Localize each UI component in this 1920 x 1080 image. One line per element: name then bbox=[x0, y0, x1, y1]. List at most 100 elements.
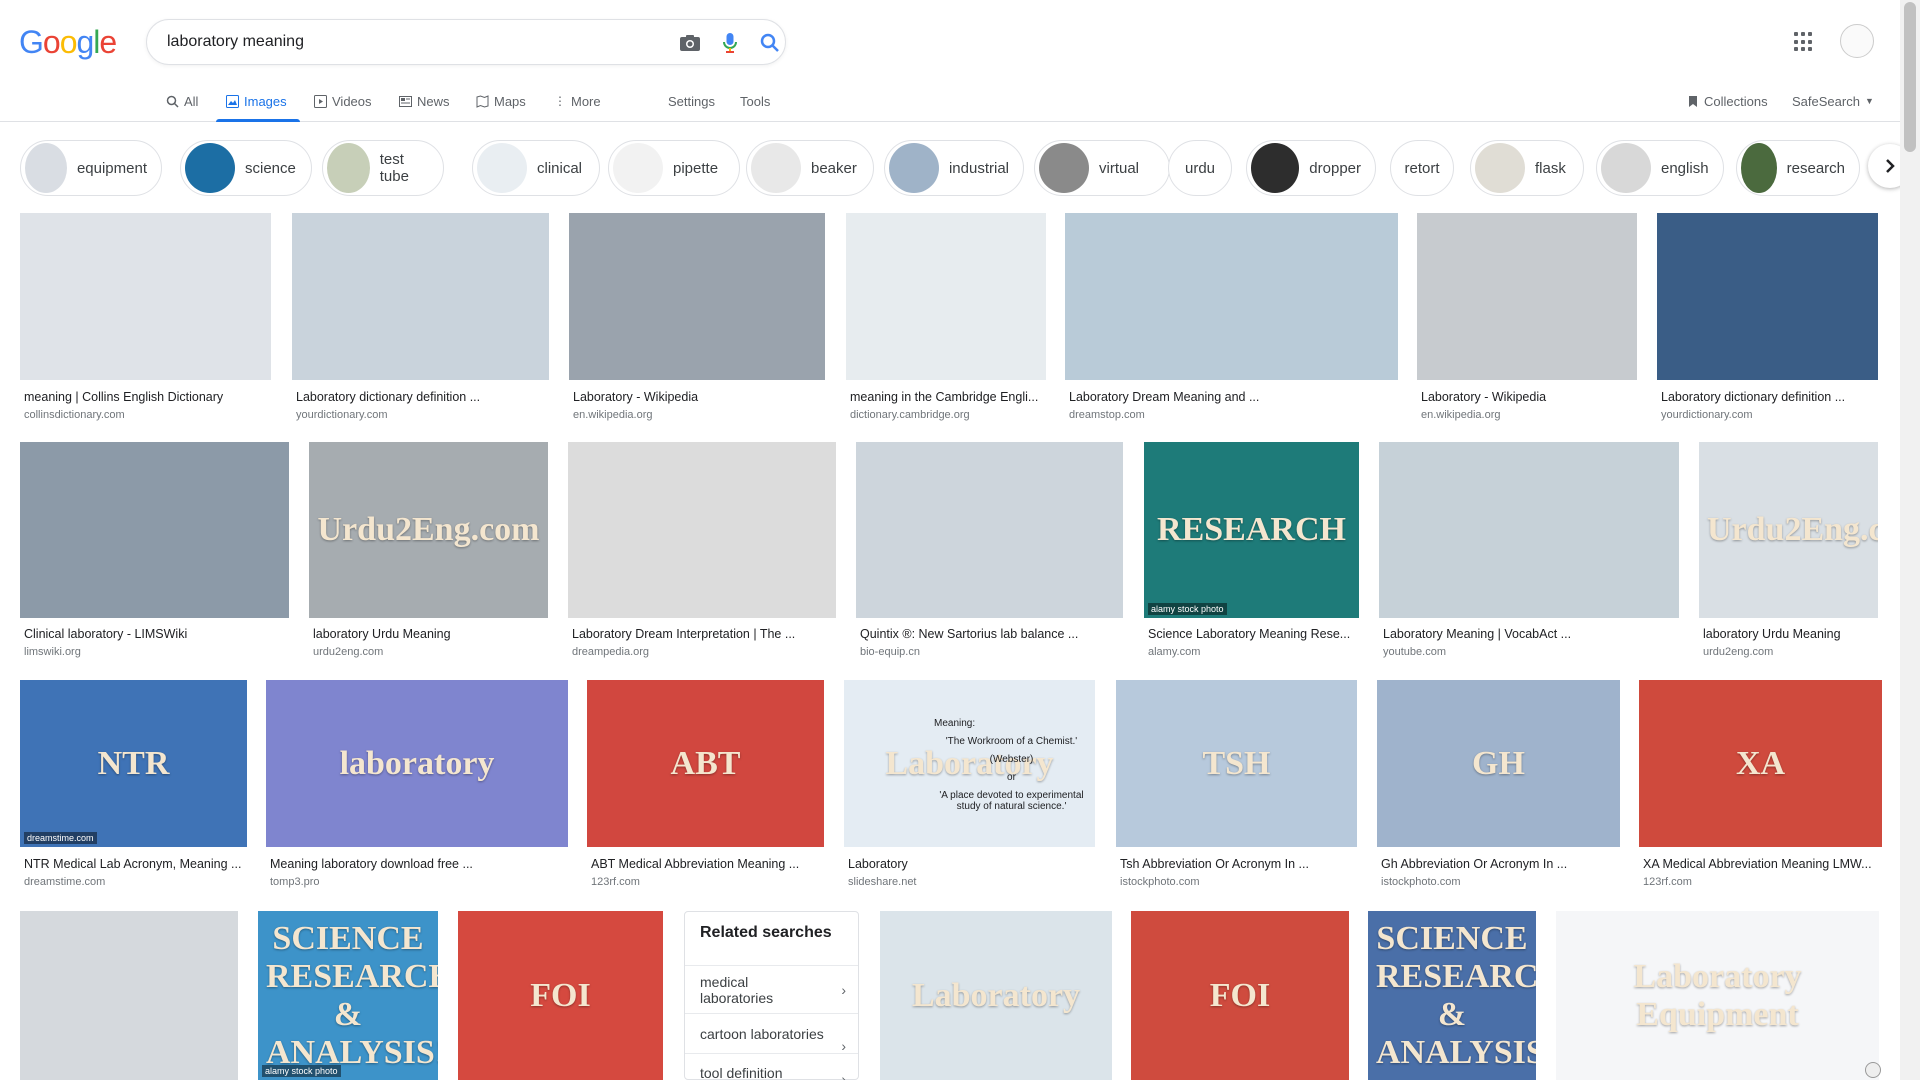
related-chip[interactable]: retort bbox=[1390, 140, 1454, 196]
image-thumbnail[interactable]: FOI bbox=[458, 911, 663, 1080]
image-thumbnail[interactable]: RESEARCH alamy stock photo bbox=[1144, 442, 1359, 618]
image-result-source[interactable]: alamy.com bbox=[1148, 646, 1200, 658]
tab-videos[interactable]: Videos bbox=[314, 91, 372, 111]
image-result-source[interactable]: en.wikipedia.org bbox=[1421, 409, 1501, 421]
image-thumbnail[interactable] bbox=[20, 911, 238, 1080]
image-result-title[interactable]: Laboratory bbox=[848, 857, 1093, 871]
google-apps-icon[interactable] bbox=[1794, 32, 1814, 52]
image-result-source[interactable]: urdu2eng.com bbox=[1703, 646, 1773, 658]
image-thumbnail[interactable]: laboratory bbox=[266, 680, 568, 847]
scrollbar-thumb[interactable] bbox=[1904, 2, 1916, 152]
image-result-source[interactable]: slideshare.net bbox=[848, 876, 917, 888]
image-result-source[interactable]: yourdictionary.com bbox=[1661, 409, 1753, 421]
image-result-source[interactable]: dreamstime.com bbox=[24, 876, 105, 888]
image-thumbnail[interactable] bbox=[846, 213, 1046, 380]
image-result-title[interactable]: XA Medical Abbreviation Meaning LMW... bbox=[1643, 857, 1880, 871]
image-result-source[interactable]: 123rf.com bbox=[1643, 876, 1692, 888]
collections-link[interactable]: Collections bbox=[1686, 91, 1768, 111]
image-thumbnail[interactable] bbox=[569, 213, 825, 380]
safesearch-dropdown[interactable]: SafeSearch ▼ bbox=[1792, 91, 1874, 111]
image-thumbnail[interactable] bbox=[1417, 213, 1637, 380]
related-chip[interactable]: flask bbox=[1470, 140, 1584, 196]
image-thumbnail[interactable]: GH bbox=[1377, 680, 1620, 847]
image-thumbnail[interactable]: Urdu2Eng.com bbox=[309, 442, 548, 618]
image-result-source[interactable]: tomp3.pro bbox=[270, 876, 320, 888]
image-result-title[interactable]: Laboratory Dream Interpretation | The ..… bbox=[572, 627, 834, 641]
image-result-title[interactable]: NTR Medical Lab Acronym, Meaning ... bbox=[24, 857, 245, 871]
image-result-source[interactable]: yourdictionary.com bbox=[296, 409, 388, 421]
image-result-title[interactable]: Laboratory Meaning | VocabAct ... bbox=[1383, 627, 1677, 641]
microphone-icon[interactable] bbox=[717, 30, 743, 56]
google-logo[interactable]: Google bbox=[19, 24, 117, 61]
related-search-item[interactable]: cartoon laboratories › bbox=[685, 1013, 858, 1054]
image-thumbnail[interactable]: NTR dreamstime.com bbox=[20, 680, 247, 847]
related-chip[interactable]: pipette bbox=[608, 140, 740, 196]
image-result-title[interactable]: Clinical laboratory - LIMSWiki bbox=[24, 627, 287, 641]
image-result-title[interactable]: Laboratory - Wikipedia bbox=[573, 390, 823, 404]
related-chip[interactable]: english bbox=[1596, 140, 1724, 196]
related-chip[interactable]: test tube bbox=[322, 140, 444, 196]
image-result-title[interactable]: Laboratory - Wikipedia bbox=[1421, 390, 1635, 404]
image-thumbnail[interactable] bbox=[1657, 213, 1878, 380]
image-result-title[interactable]: laboratory Urdu Meaning bbox=[1703, 627, 1876, 641]
related-chip[interactable]: equipment bbox=[20, 140, 162, 196]
tab-news[interactable]: News bbox=[399, 91, 450, 111]
related-chip[interactable]: urdu bbox=[1168, 140, 1232, 196]
image-thumbnail[interactable]: ABT bbox=[587, 680, 824, 847]
image-result-source[interactable]: istockphoto.com bbox=[1120, 876, 1199, 888]
image-result-title[interactable]: Meaning laboratory download free ... bbox=[270, 857, 566, 871]
image-thumbnail[interactable]: Urdu2Eng.com bbox=[1699, 442, 1878, 618]
image-result-title[interactable]: ABT Medical Abbreviation Meaning ... bbox=[591, 857, 822, 871]
avatar[interactable] bbox=[1840, 24, 1874, 58]
image-result-title[interactable]: Laboratory dictionary definition ... bbox=[1661, 390, 1876, 404]
image-thumbnail[interactable] bbox=[292, 213, 549, 380]
image-result-source[interactable]: 123rf.com bbox=[591, 876, 640, 888]
related-chip[interactable]: research bbox=[1736, 140, 1860, 196]
search-icon[interactable] bbox=[757, 30, 783, 56]
camera-icon[interactable] bbox=[677, 30, 703, 56]
image-result-title[interactable]: meaning in the Cambridge Engli... bbox=[850, 390, 1044, 404]
image-thumbnail[interactable]: Laboratory bbox=[880, 911, 1112, 1080]
image-thumbnail[interactable] bbox=[20, 213, 271, 380]
image-thumbnail[interactable]: Laboratory Meaning: 'The Workroom of a Che… bbox=[844, 680, 1095, 847]
image-result-source[interactable]: collinsdictionary.com bbox=[24, 409, 125, 421]
image-result-source[interactable]: en.wikipedia.org bbox=[573, 409, 653, 421]
image-thumbnail[interactable] bbox=[1065, 213, 1398, 380]
image-result-title[interactable]: laboratory Urdu Meaning bbox=[313, 627, 546, 641]
tab-images[interactable]: Images bbox=[226, 91, 287, 111]
tab-more[interactable]: ⋮ More bbox=[554, 91, 601, 111]
tab-all[interactable]: All bbox=[166, 91, 198, 111]
image-result-title[interactable]: Laboratory Dream Meaning and ... bbox=[1069, 390, 1396, 404]
related-chip[interactable]: beaker bbox=[746, 140, 874, 196]
image-result-title[interactable]: Science Laboratory Meaning Rese... bbox=[1148, 627, 1357, 641]
image-result-source[interactable]: limswiki.org bbox=[24, 646, 81, 658]
image-result-title[interactable]: Laboratory dictionary definition ... bbox=[296, 390, 547, 404]
related-chip[interactable]: dropper bbox=[1246, 140, 1376, 196]
tools-link[interactable]: Tools bbox=[740, 91, 770, 111]
image-thumbnail[interactable] bbox=[856, 442, 1123, 618]
image-thumbnail[interactable]: TSH bbox=[1116, 680, 1357, 847]
image-thumbnail[interactable]: FOI bbox=[1131, 911, 1349, 1080]
image-result-title[interactable]: Quintix ®: New Sartorius lab balance ... bbox=[860, 627, 1121, 641]
image-result-title[interactable]: meaning | Collins English Dictionary bbox=[24, 390, 269, 404]
image-result-source[interactable]: istockphoto.com bbox=[1381, 876, 1460, 888]
image-result-title[interactable]: Tsh Abbreviation Or Acronym In ... bbox=[1120, 857, 1355, 871]
page-scrollbar[interactable] bbox=[1900, 0, 1920, 1080]
image-thumbnail[interactable]: Laboratory Equipment bbox=[1556, 911, 1879, 1080]
image-result-title[interactable]: Gh Abbreviation Or Acronym In ... bbox=[1381, 857, 1618, 871]
related-search-item[interactable]: tool definition › bbox=[685, 1053, 858, 1080]
settings-link[interactable]: Settings bbox=[668, 91, 715, 111]
related-search-item[interactable]: medical laboratories › bbox=[685, 965, 858, 1013]
tab-maps[interactable]: Maps bbox=[476, 91, 526, 111]
image-thumbnail[interactable]: SCIENCE RESEARCH & ANALYSIS! alamy stock … bbox=[258, 911, 438, 1080]
image-result-source[interactable]: urdu2eng.com bbox=[313, 646, 383, 658]
related-chip[interactable]: science bbox=[180, 140, 312, 196]
image-result-source[interactable]: youtube.com bbox=[1383, 646, 1446, 658]
image-thumbnail[interactable] bbox=[1379, 442, 1679, 618]
search-input[interactable]: laboratory meaning bbox=[167, 33, 304, 51]
image-result-source[interactable]: dictionary.cambridge.org bbox=[850, 409, 970, 421]
image-result-source[interactable]: dreampedia.org bbox=[572, 646, 649, 658]
image-result-source[interactable]: bio-equip.cn bbox=[860, 646, 920, 658]
related-chip[interactable]: virtual bbox=[1034, 140, 1170, 196]
image-thumbnail[interactable] bbox=[568, 442, 836, 618]
